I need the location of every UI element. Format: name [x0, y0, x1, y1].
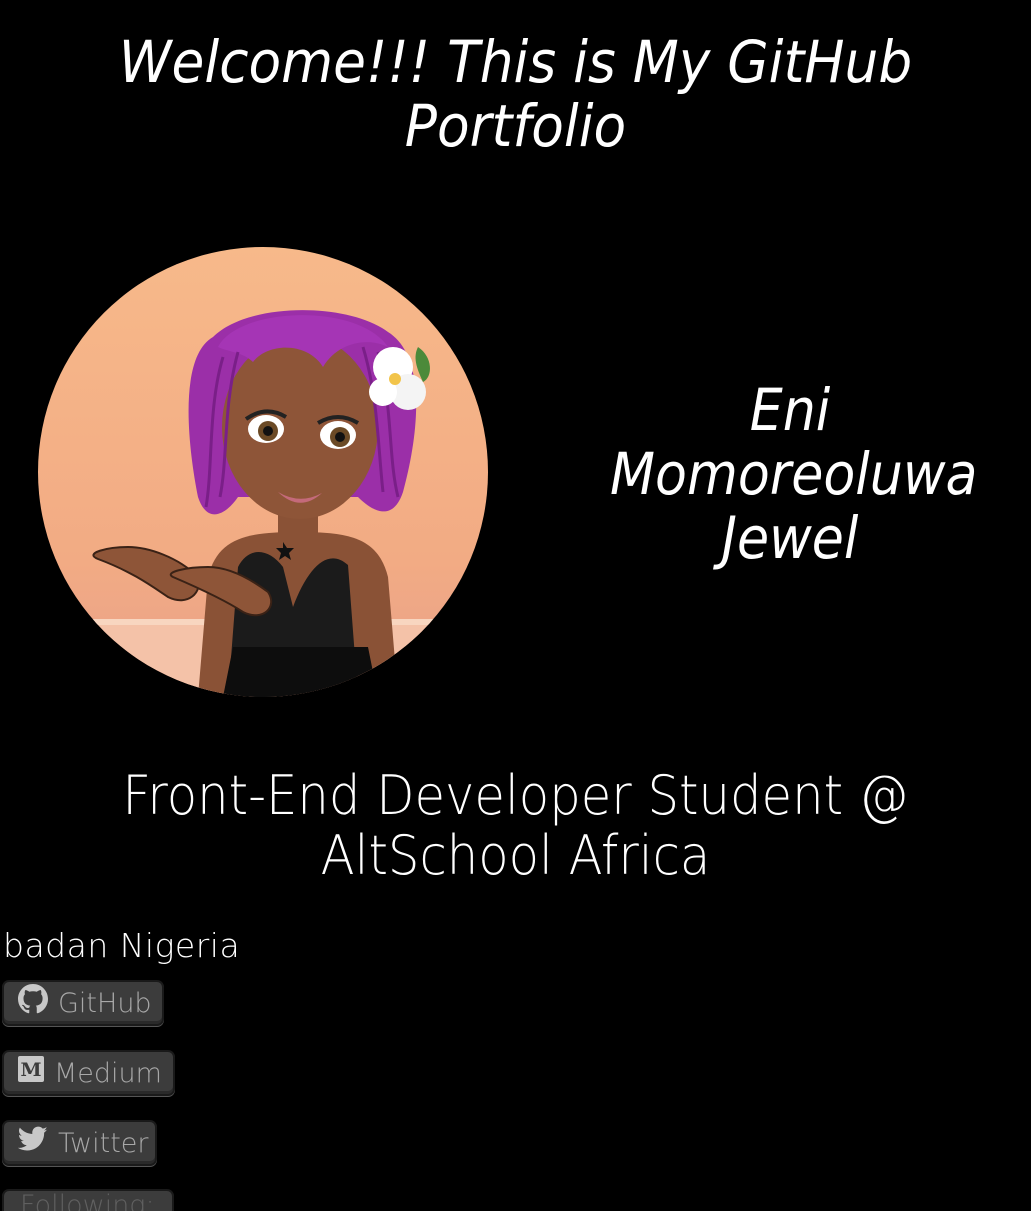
name-line-last: Jewel	[721, 504, 859, 572]
twitter-button[interactable]: Twitter	[2, 1120, 157, 1166]
name-line-middle: Momoreoluwa	[610, 440, 978, 508]
twitter-label: Twitter	[58, 1127, 149, 1159]
github-icon	[18, 984, 48, 1014]
medium-button[interactable]: M Medium	[2, 1050, 175, 1096]
medium-icon: M	[18, 1054, 44, 1084]
twitter-icon	[18, 1124, 48, 1154]
profile-name: Eni Momoreoluwa Jewel	[610, 376, 978, 572]
avatar-image	[38, 247, 488, 697]
medium-label: Medium	[54, 1057, 162, 1089]
portfolio-page: Welcome!!! This is My GitHub Portfolio E…	[0, 0, 1031, 1211]
location-text: badan Nigeria	[3, 926, 241, 965]
github-button[interactable]: GitHub	[2, 980, 164, 1026]
following-label: Following: 1	[20, 1190, 155, 1211]
svg-text:M: M	[20, 1059, 41, 1081]
github-label: GitHub	[58, 987, 152, 1019]
welcome-heading: Welcome!!! This is My GitHub Portfolio	[118, 28, 913, 160]
tagline: Front-End Developer Student @ AltSchool …	[122, 764, 909, 887]
following-button[interactable]: Following: 1	[2, 1189, 174, 1211]
avatar	[38, 247, 488, 697]
name-line-first: Eni	[749, 376, 831, 444]
